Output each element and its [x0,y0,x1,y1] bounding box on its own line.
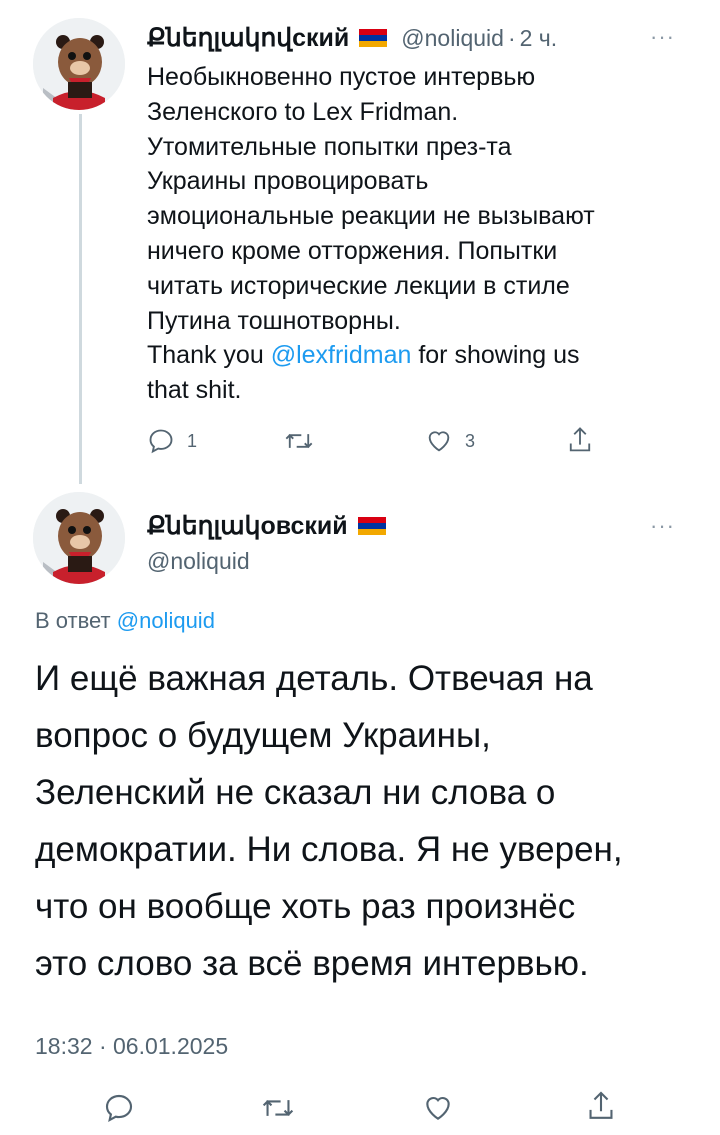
handle[interactable]: @noliquid [147,548,250,575]
armenia-flag-icon [359,29,388,47]
bear-avatar-icon [33,492,125,584]
tweet2-header: Քնեղլակовский [147,510,386,542]
more-options-icon[interactable]: ··· [650,513,675,539]
reply-button[interactable] [103,1092,135,1124]
reply-button[interactable]: 1 [147,427,197,455]
reply-icon [149,429,173,454]
timestamp[interactable]: 2 ч. [520,25,558,52]
thanks-suffix: for showing us [411,341,580,370]
share-icon [569,427,591,452]
text-line: Thank you @lexfridman for showing us [147,338,687,373]
display-name[interactable]: Քնեղլակովский [147,23,349,53]
separator-dot: · [507,24,516,51]
more-options-icon[interactable]: ··· [650,24,675,50]
text-line: что он вообще хоть раз произнёс [35,887,576,926]
share-icon [589,1091,613,1119]
like-button[interactable] [422,1092,454,1124]
text-line: это слово за всё время интервью. [35,944,589,983]
text-line: Необыкновенно пустое интервью [147,63,536,91]
share-button[interactable] [566,425,594,455]
share-button[interactable] [585,1089,617,1123]
like-button[interactable]: 3 [425,427,475,455]
retweet-button[interactable] [261,1092,295,1124]
reply-context: В ответ @noliquid [35,608,215,634]
reply-count: 1 [187,430,198,451]
text-line: эмоциональные реакции не вызывают [147,202,595,231]
reply-icon [105,1094,133,1123]
text-line: читать исторические лекции в стиле [147,271,570,300]
text-line: демократии. Ни слова. Я не уверен, [35,830,623,869]
like-count: 3 [465,430,476,451]
text-line: ничего кроме отторжения. Попытки [147,236,558,265]
avatar[interactable] [33,492,125,584]
retweet-icon [285,433,313,449]
tweet1-header: Քնեղլակովский @noliquid · 2 ч. [147,22,557,54]
armenia-flag-icon [357,517,386,535]
display-name[interactable]: Քնեղլակовский [147,511,348,541]
reply-to-link[interactable]: @noliquid [117,608,215,633]
heart-icon [428,431,450,452]
bear-avatar-icon [33,18,125,110]
retweet-button[interactable] [284,427,314,455]
thanks-prefix: Thank you [147,341,271,370]
thread-connector-line [79,114,82,484]
text-line: И ещё важная деталь. Отвечая на [35,659,593,698]
avatar[interactable] [33,18,125,110]
text-line: that shit. [147,376,242,405]
mention-link[interactable]: @lexfridman [271,341,412,369]
retweet-icon [262,1099,294,1117]
text-line: Зеленский не сказал ни слова о [35,773,556,812]
handle[interactable]: @noliquid [401,25,504,52]
tweet2-text: И ещё важная деталь. Отвечая на вопрос о… [35,650,623,992]
tweet-timestamp[interactable]: 18:32 · 06.01.2025 [35,1033,228,1060]
text-line: Зеленского to Lex Fridman. [147,97,459,126]
text-line: Утомительные попытки през-та [147,132,512,161]
text-line: Украины провоцировать [147,167,429,196]
heart-icon [426,1096,450,1120]
text-line: вопрос о будущем Украины, [35,716,491,755]
tweet1-text: Необыкновенно пустое интервью Зеленского… [147,60,687,408]
reply-prefix: В ответ [35,608,117,633]
text-line: Путина тошнотворны. [147,306,401,335]
